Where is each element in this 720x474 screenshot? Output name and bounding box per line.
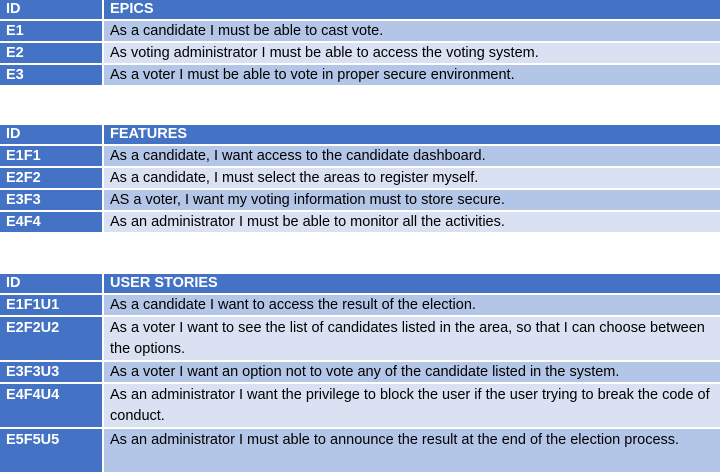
user-stories-table: ID USER STORIES E1F1U1 As a candidate I … xyxy=(0,274,720,474)
epics-table: ID EPICS E1 As a candidate I must be abl… xyxy=(0,0,720,87)
features-column-header: FEATURES xyxy=(103,125,720,146)
row-text: As an administrator I must be able to mo… xyxy=(103,211,720,234)
row-text: As a voter I want an option not to vote … xyxy=(103,361,720,384)
table-row: E3F3 AS a voter, I want my voting inform… xyxy=(0,189,720,212)
id-column-header: ID xyxy=(0,274,104,295)
row-text: As a voter I want to see the list of can… xyxy=(103,316,720,362)
row-id: E3F3U3 xyxy=(0,361,104,384)
row-text: As a candidate, I want access to the can… xyxy=(103,145,720,168)
table-row: E4F4 As an administrator I must be able … xyxy=(0,211,720,234)
table-row: E3F3U3 As a voter I want an option not t… xyxy=(0,361,720,384)
features-table: ID FEATURES E1F1 As a candidate, I want … xyxy=(0,125,720,234)
row-id: E2F2 xyxy=(0,167,104,190)
row-id: E2F2U2 xyxy=(0,316,104,362)
row-id: E1 xyxy=(0,20,104,43)
row-text: As voting administrator I must be able t… xyxy=(103,42,720,65)
row-text: As a candidate I want to access the resu… xyxy=(103,294,720,317)
table-row: E5F5U5 As an administrator I must able t… xyxy=(0,428,720,474)
user-stories-column-header: USER STORIES xyxy=(103,274,720,295)
table-row: E2 As voting administrator I must be abl… xyxy=(0,42,720,65)
user-stories-header-row: ID USER STORIES xyxy=(0,274,720,295)
table-row: E1F1 As a candidate, I want access to th… xyxy=(0,145,720,168)
table-row: E2F2 As a candidate, I must select the a… xyxy=(0,167,720,190)
epics-column-header: EPICS xyxy=(103,0,720,21)
row-text: As a voter I must be able to vote in pro… xyxy=(103,64,720,87)
table-row: E1 As a candidate I must be able to cast… xyxy=(0,20,720,43)
row-text: As a candidate, I must select the areas … xyxy=(103,167,720,190)
row-id: E2 xyxy=(0,42,104,65)
row-id: E3 xyxy=(0,64,104,87)
table-row: E1F1U1 As a candidate I want to access t… xyxy=(0,294,720,317)
row-id: E1F1U1 xyxy=(0,294,104,317)
table-row: E3 As a voter I must be able to vote in … xyxy=(0,64,720,87)
row-text: As an administrator I must able to annou… xyxy=(103,428,720,474)
row-text: As an administrator I want the privilege… xyxy=(103,383,720,429)
features-header-row: ID FEATURES xyxy=(0,125,720,146)
id-column-header: ID xyxy=(0,125,104,146)
row-id: E1F1 xyxy=(0,145,104,168)
epics-header-row: ID EPICS xyxy=(0,0,720,21)
table-row: E2F2U2 As a voter I want to see the list… xyxy=(0,316,720,362)
row-id: E3F3 xyxy=(0,189,104,212)
row-text: As a candidate I must be able to cast vo… xyxy=(103,20,720,43)
row-text: AS a voter, I want my voting information… xyxy=(103,189,720,212)
row-id: E4F4 xyxy=(0,211,104,234)
id-column-header: ID xyxy=(0,0,104,21)
table-row: E4F4U4 As an administrator I want the pr… xyxy=(0,383,720,429)
row-id: E4F4U4 xyxy=(0,383,104,429)
row-id: E5F5U5 xyxy=(0,428,104,474)
